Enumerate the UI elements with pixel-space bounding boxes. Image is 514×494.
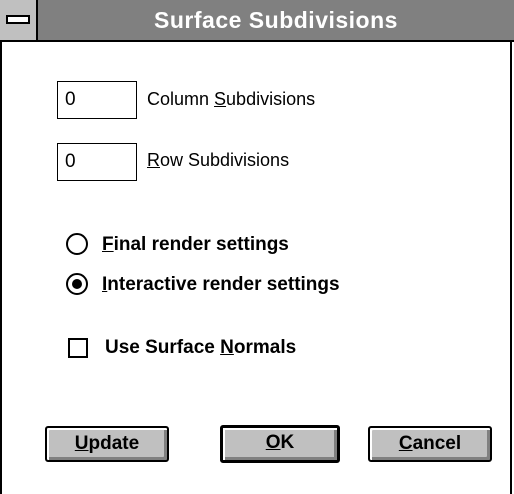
final-render-label[interactable]: Final render settings <box>102 234 289 256</box>
column-subdivisions-label: Column Subdivisions <box>147 89 316 109</box>
title-bar[interactable]: Surface Subdivisions <box>0 0 514 42</box>
window-title: Surface Subdivisions <box>154 7 398 33</box>
final-render-radio[interactable] <box>66 233 88 255</box>
update-button[interactable]: Update <box>45 426 169 462</box>
system-menu-icon <box>6 15 30 24</box>
interactive-render-radio[interactable] <box>66 273 88 295</box>
surface-subdivisions-dialog: Surface Subdivisions 0 Column Subdivisio… <box>0 0 514 494</box>
radio-selected-dot <box>72 279 82 289</box>
ok-button[interactable]: OK <box>220 425 340 463</box>
cancel-button[interactable]: Cancel <box>368 426 492 462</box>
use-surface-normals-label[interactable]: Use Surface Normals <box>105 337 296 359</box>
row-subdivisions-label: Row Subdivisions <box>147 150 290 170</box>
interactive-render-label[interactable]: Interactive render settings <box>102 274 340 296</box>
use-surface-normals-checkbox[interactable] <box>68 338 88 358</box>
row-subdivisions-input[interactable]: 0 <box>57 143 137 181</box>
system-menu-button[interactable] <box>0 0 38 40</box>
row-subdivisions-value: 0 <box>65 151 76 172</box>
column-subdivisions-input[interactable]: 0 <box>57 81 137 119</box>
column-subdivisions-value: 0 <box>65 89 76 110</box>
